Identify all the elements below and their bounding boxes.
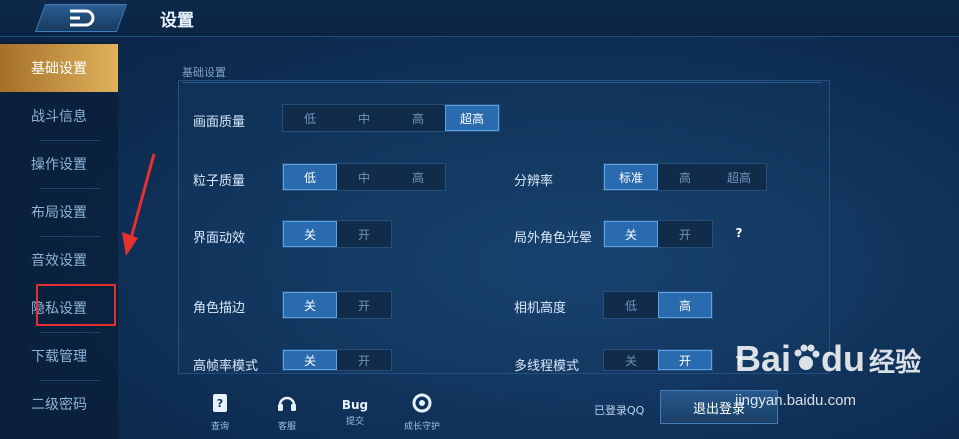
- setting-label: 画面质量: [193, 115, 246, 130]
- toggle-off-selected[interactable]: 关: [283, 221, 337, 247]
- sidebar-item-label: 音效设置: [31, 253, 87, 269]
- support-label: 客服: [277, 422, 296, 432]
- toggle-off-selected[interactable]: 关: [283, 292, 337, 318]
- page-title: 设置: [160, 11, 194, 31]
- toggle-off-selected[interactable]: 关: [604, 221, 658, 247]
- toggle-on[interactable]: 开: [337, 221, 391, 247]
- sidebar-item-label: 战斗信息: [31, 109, 87, 125]
- setting-label: 粒子质量: [193, 174, 246, 189]
- top-bar: 设置: [0, 0, 959, 37]
- setting-label: 角色描边: [193, 301, 246, 316]
- setting-label: 界面动效: [193, 231, 246, 246]
- setting-label: 高帧率模式: [193, 359, 259, 374]
- toggle-on[interactable]: 开: [337, 292, 391, 318]
- setting-label: 局外角色光晕: [514, 231, 593, 246]
- section-label: 基础设置: [182, 64, 822, 83]
- sidebar-item-controls[interactable]: 操作设置: [0, 140, 118, 188]
- baidu-watermark: Bai du 经验 jingyan.baidu.com: [735, 338, 922, 409]
- growth-guard-button[interactable]: 成长守护: [400, 392, 444, 432]
- toggle-on-selected[interactable]: 开: [658, 350, 712, 370]
- quality-option[interactable]: 中: [337, 105, 391, 131]
- sidebar-item-label: 布局设置: [31, 205, 87, 221]
- particle-option-selected[interactable]: 低: [283, 164, 337, 190]
- sidebar-item-layout[interactable]: 布局设置: [0, 188, 118, 236]
- setting-label: 相机高度: [514, 301, 567, 316]
- resolution-option[interactable]: 超高: [712, 164, 766, 190]
- outline-toggle: 关 开: [282, 291, 392, 319]
- annotation-arrow-icon: [122, 153, 156, 256]
- sidebar-item-battle[interactable]: 战斗信息: [0, 92, 118, 140]
- toggle-off-selected[interactable]: 关: [283, 350, 337, 370]
- login-status: 已登录QQ: [594, 404, 645, 417]
- query-button[interactable]: ? 查询: [198, 392, 242, 432]
- watermark-brand-left: Bai: [735, 338, 792, 379]
- headset-icon: [278, 396, 296, 411]
- sidebar-item-label: 操作设置: [31, 157, 87, 173]
- resolution-option-selected[interactable]: 标准: [604, 164, 658, 190]
- watermark-url: jingyan.baidu.com: [735, 392, 856, 409]
- quality-selector: 低 中 高 超高: [282, 104, 500, 132]
- watermark-brand-right: du: [821, 338, 866, 379]
- query-label: 查询: [210, 422, 229, 432]
- quality-option[interactable]: 高: [391, 105, 445, 131]
- growth-guard-label: 成长守护: [403, 422, 440, 432]
- halo-toggle: 关 开: [603, 220, 713, 248]
- quality-option[interactable]: 低: [283, 105, 337, 131]
- bug-icon: Bug: [341, 398, 369, 412]
- particle-option[interactable]: 中: [337, 164, 391, 190]
- sidebar-item-basic[interactable]: 基础设置: [0, 44, 118, 92]
- multithread-toggle: 关 开: [603, 349, 713, 371]
- annotation-highlight-box: [36, 284, 116, 326]
- support-button[interactable]: 客服: [265, 392, 309, 432]
- document-icon: ?: [213, 394, 227, 412]
- particle-selector: 低 中 高: [282, 163, 446, 191]
- sidebar-item-secondary-password[interactable]: 二级密码: [0, 380, 118, 428]
- svg-text:?: ?: [217, 397, 223, 410]
- camera-option-selected[interactable]: 高: [658, 292, 712, 318]
- toggle-off[interactable]: 关: [604, 350, 658, 370]
- watermark-cn: 经验: [869, 348, 922, 378]
- particle-option[interactable]: 高: [391, 164, 445, 190]
- paw-logo-icon: [794, 344, 820, 370]
- sidebar-item-label: 二级密码: [31, 397, 87, 413]
- camera-height-selector: 低 高: [603, 291, 713, 319]
- sidebar-item-label: 下载管理: [31, 349, 87, 365]
- setting-label: 分辨率: [514, 174, 554, 189]
- ui-anim-toggle: 关 开: [282, 220, 392, 248]
- sidebar-item-label: 基础设置: [31, 61, 87, 77]
- sidebar-item-audio[interactable]: 音效设置: [0, 236, 118, 284]
- hfr-toggle: 关 开: [282, 349, 392, 371]
- back-button[interactable]: [34, 4, 128, 32]
- shield-icon: [412, 393, 432, 413]
- resolution-option[interactable]: 高: [658, 164, 712, 190]
- toggle-on[interactable]: 开: [337, 350, 391, 370]
- sidebar-item-downloads[interactable]: 下载管理: [0, 332, 118, 380]
- setting-label: 多线程模式: [514, 359, 580, 374]
- back-arrow-icon: [70, 9, 95, 27]
- help-icon[interactable]: ?: [730, 224, 748, 242]
- resolution-selector: 标准 高 超高: [603, 163, 767, 191]
- bug-report-label: 提交: [345, 417, 364, 427]
- camera-option[interactable]: 低: [604, 292, 658, 318]
- toggle-on[interactable]: 开: [658, 221, 712, 247]
- bug-report-button[interactable]: Bug 提交: [333, 392, 377, 427]
- quality-option-selected[interactable]: 超高: [445, 105, 499, 131]
